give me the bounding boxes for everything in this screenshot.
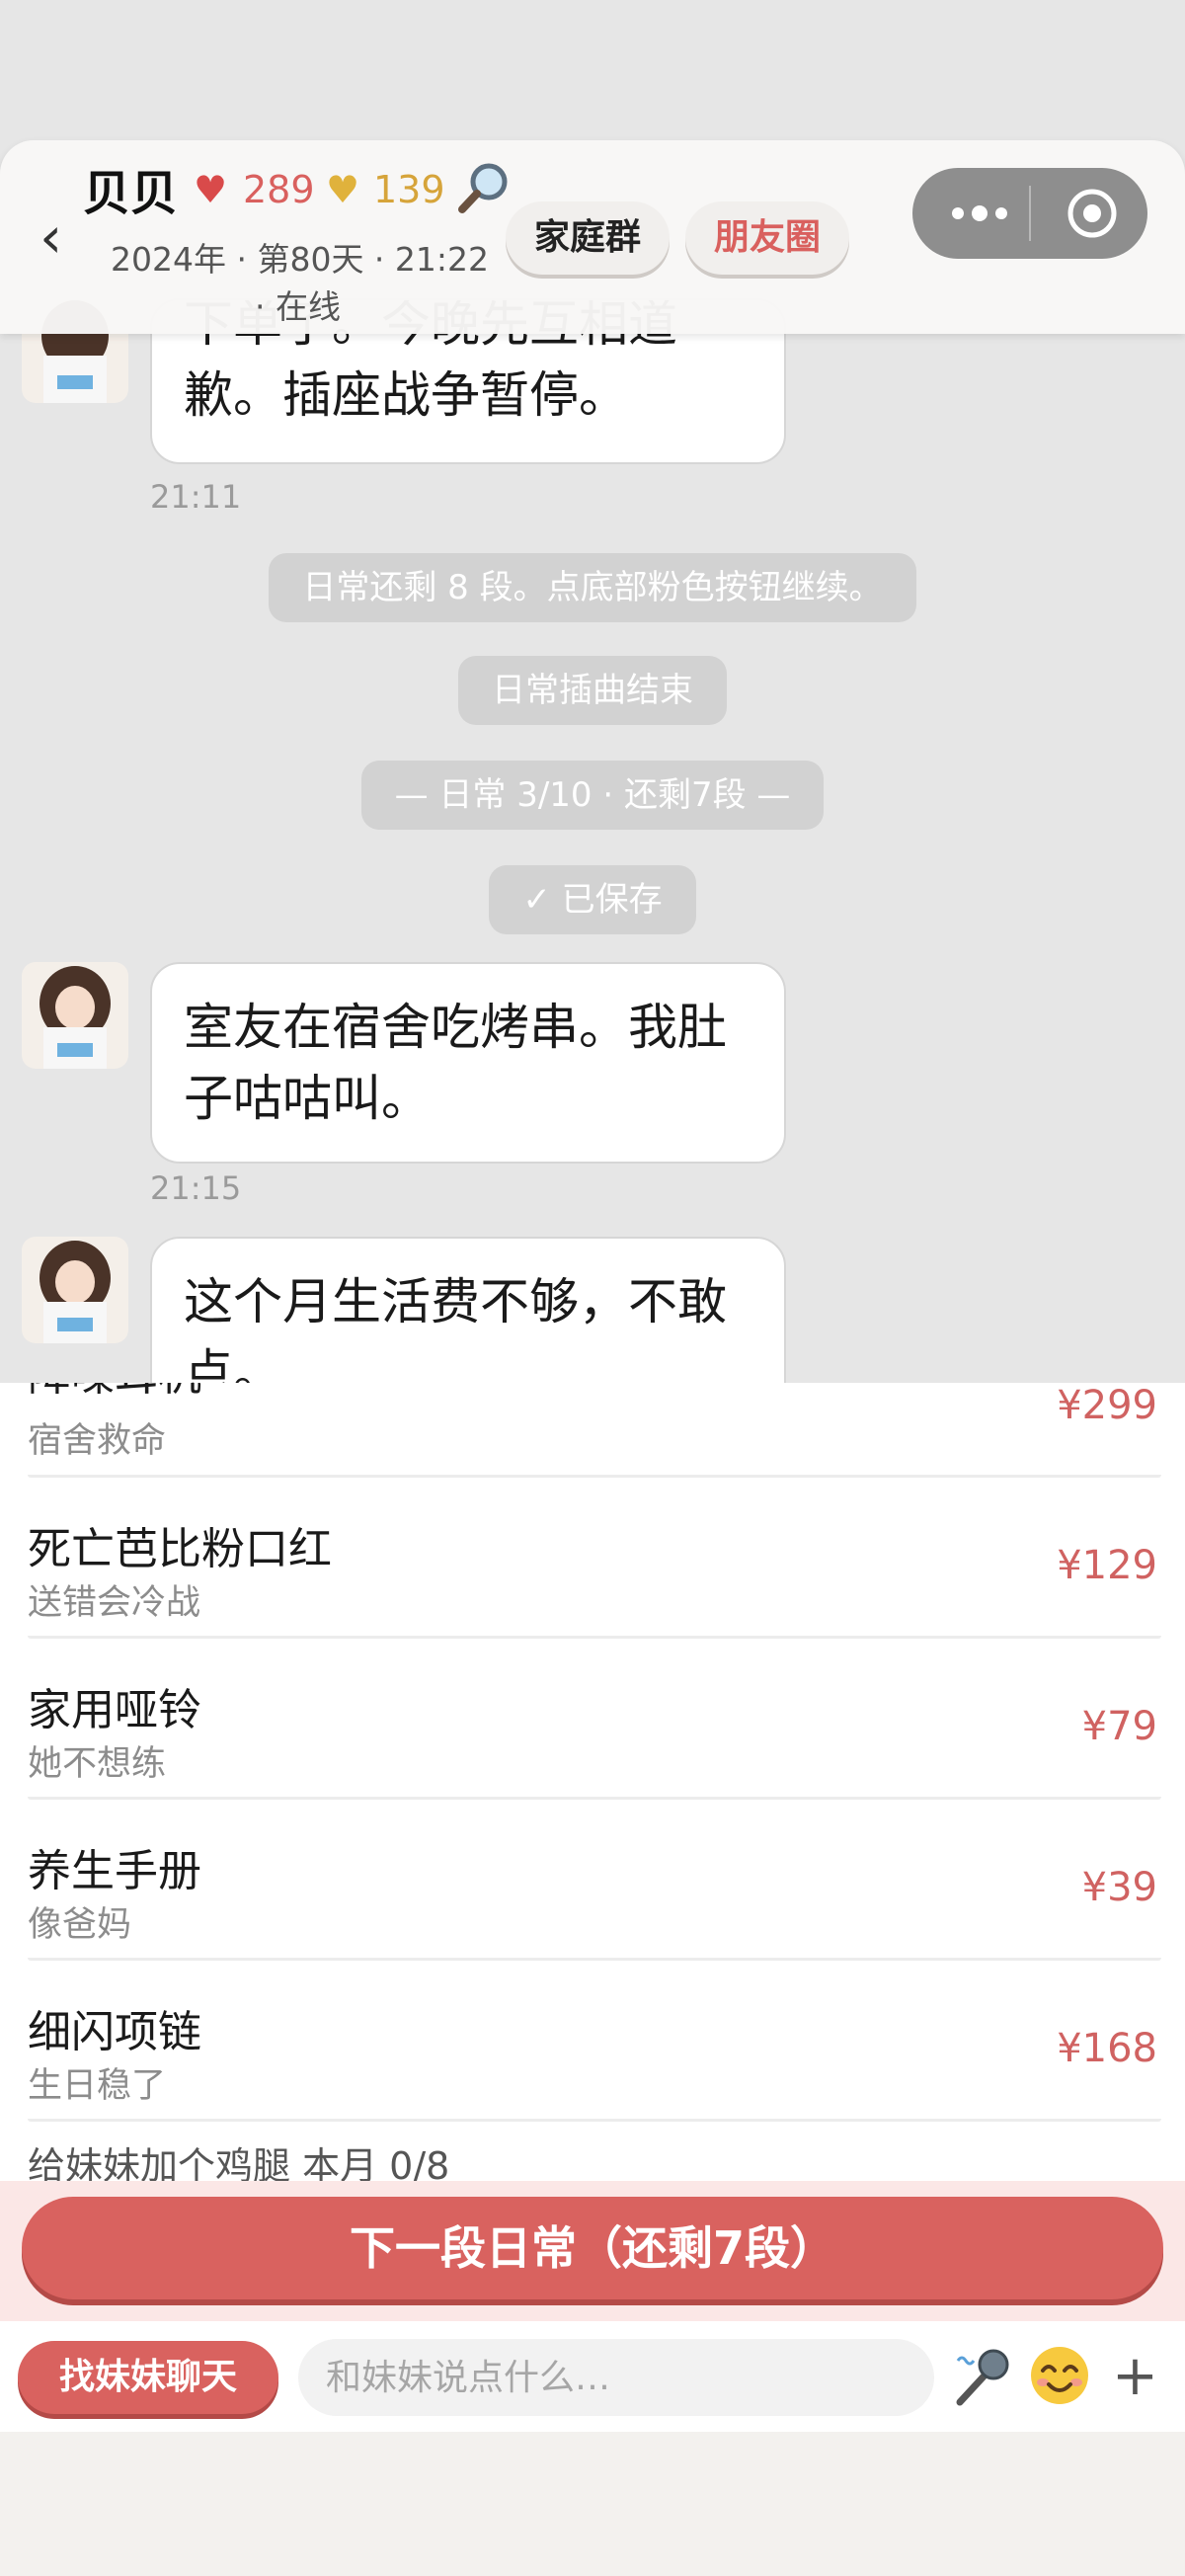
saved-badge: ✓ 已保存 — [0, 865, 1185, 934]
gift-item[interactable]: 细闪项链 生日稳了 ¥168 — [0, 1961, 1185, 2122]
gift-item[interactable]: 家用哑铃 她不想练 ¥79 — [0, 1639, 1185, 1800]
episode-progress: — 日常 3/10 · 还剩7段 — — [0, 761, 1185, 830]
gift-list: 降噪耳机 宿舍救命 ¥299 死亡芭比粉口红 送错会冷战 ¥129 家用哑铃 她… — [0, 1383, 1185, 2181]
chat-header: ‹ 贝贝 ♥ 289 ♥ 139 2024年 · 第80天 · 21:22 · … — [0, 140, 1185, 334]
microphone-icon[interactable] — [952, 2343, 1017, 2408]
system-notice: 日常还剩 8 段。点底部粉色按钮继续。 — [0, 553, 1185, 622]
avatar[interactable] — [22, 962, 128, 1069]
gold-heart-icon: ♥ — [326, 168, 360, 211]
back-icon[interactable]: ‹ — [40, 207, 62, 267]
message-time: 21:15 — [150, 1169, 242, 1207]
close-miniapp-icon[interactable] — [1061, 182, 1124, 245]
capsule-divider — [1029, 186, 1031, 241]
trust-count: 139 — [373, 168, 445, 211]
affection-count: 289 — [243, 168, 315, 211]
family-group-button[interactable]: 家庭群 — [506, 201, 670, 275]
next-episode-bar: 下一段日常（还剩7段） — [0, 2181, 1185, 2321]
gift-item[interactable]: 降噪耳机 宿舍救命 ¥299 — [0, 1383, 1185, 1478]
next-episode-button[interactable]: 下一段日常（还剩7段） — [22, 2197, 1163, 2299]
message-time: 21:11 — [150, 478, 242, 516]
gift-item[interactable]: 养生手册 像爸妈 ¥39 — [0, 1800, 1185, 1961]
online-status: · 在线 — [255, 287, 341, 326]
contact-name: 贝贝 — [83, 166, 179, 221]
miniapp-capsule — [912, 168, 1147, 259]
plus-icon[interactable]: + — [1112, 2347, 1158, 2406]
more-icon[interactable] — [940, 182, 1019, 245]
monthly-quota: 给妹妹加个鸡腿 本月 0/8 — [28, 2144, 450, 2181]
moments-button[interactable]: 朋友圈 — [685, 201, 849, 275]
status-line: 2024年 · 第80天 · 21:22 — [111, 240, 490, 279]
message-input[interactable] — [298, 2339, 934, 2416]
red-heart-icon: ♥ — [194, 168, 228, 211]
message-bubble: 室友在宿舍吃烤串。我肚子咕咕叫。 — [150, 962, 786, 1164]
message-bubble: 这个月生活费不够，不敢点。 — [150, 1237, 786, 1383]
emoji-icon[interactable] — [1027, 2343, 1092, 2408]
gift-item[interactable]: 死亡芭比粉口红 送错会冷战 ¥129 — [0, 1478, 1185, 1639]
search-icon[interactable] — [456, 158, 514, 215]
system-notice: 日常插曲结束 — [0, 656, 1185, 725]
input-bar: 找妹妹聊天 + — [0, 2321, 1185, 2432]
chat-with-sister-button[interactable]: 找妹妹聊天 — [18, 2341, 278, 2414]
avatar[interactable] — [22, 1237, 128, 1343]
